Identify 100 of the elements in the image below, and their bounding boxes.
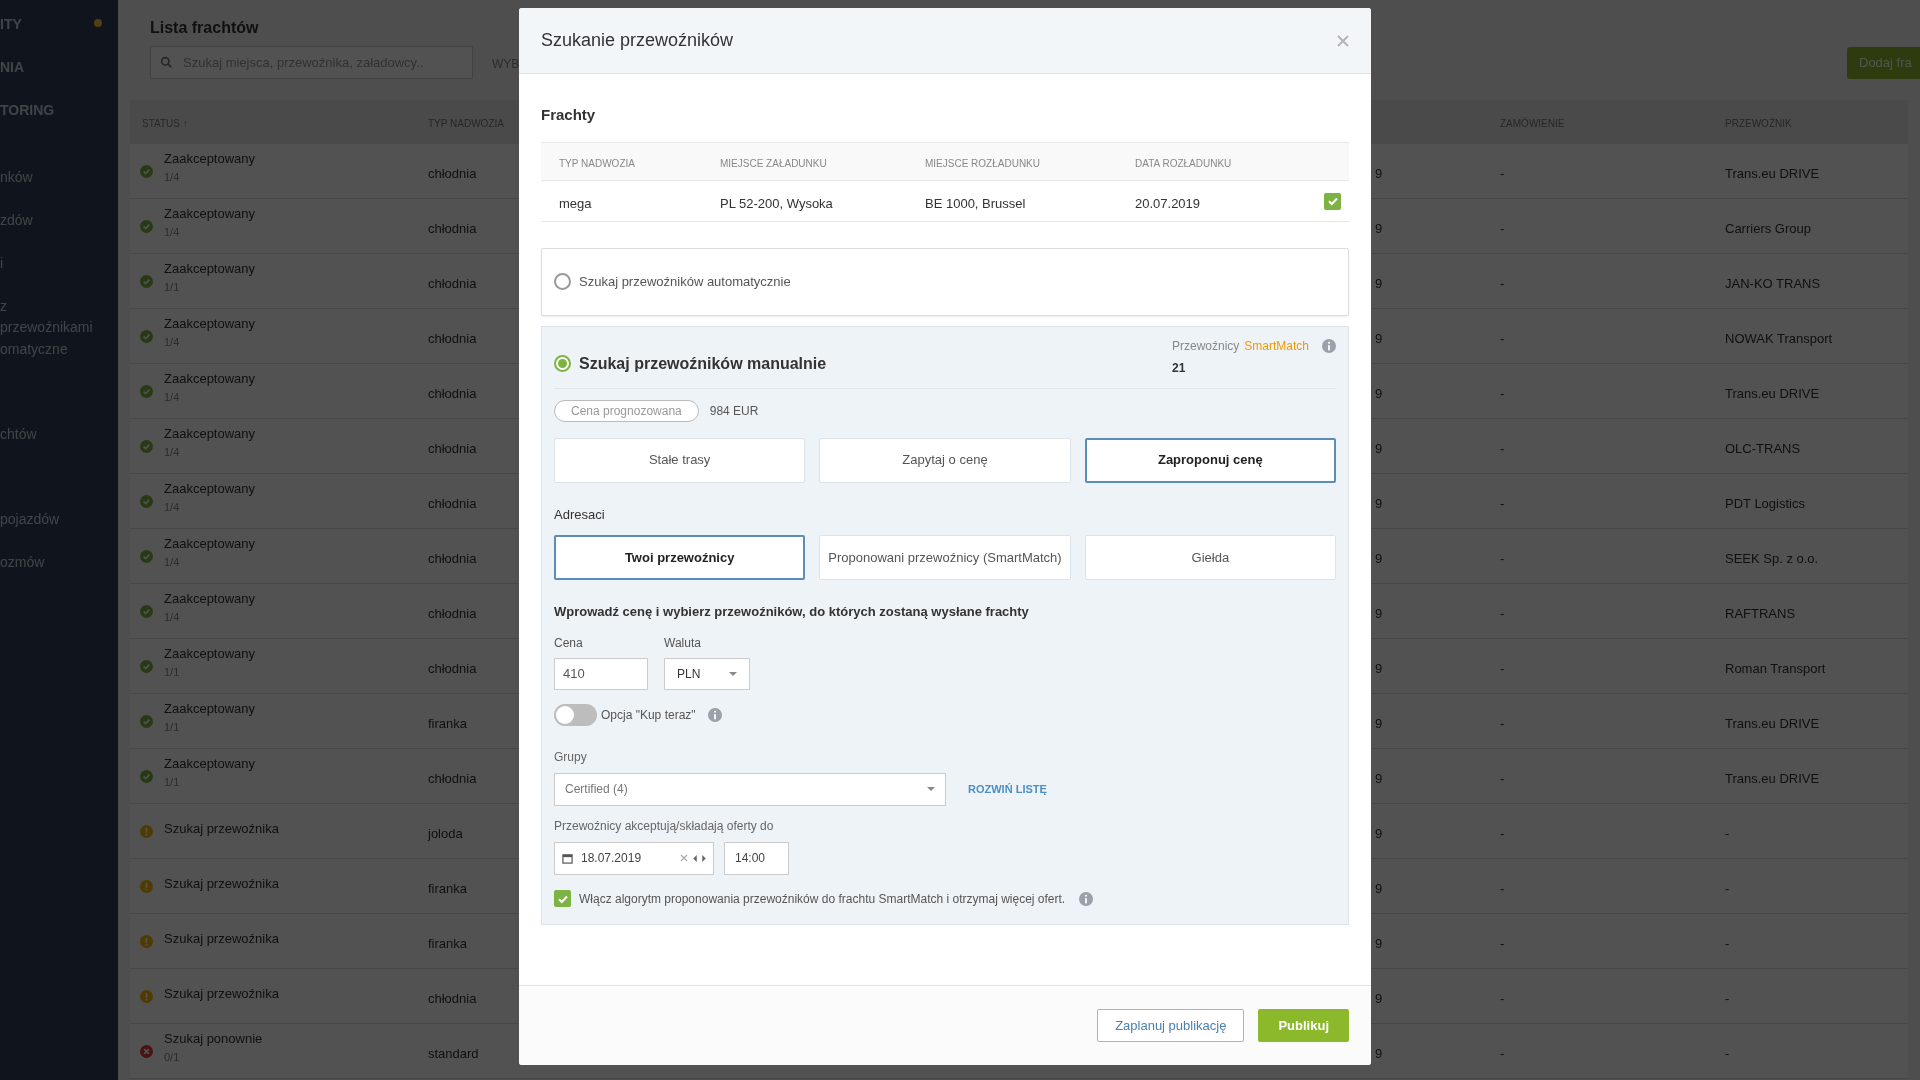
table-cell-text: 9 xyxy=(1375,660,1383,678)
info-icon xyxy=(1079,891,1094,906)
option-button[interactable]: Stałe trasy xyxy=(554,437,806,483)
table-cell-text: 9 xyxy=(1375,550,1383,568)
price-input[interactable]: 410 xyxy=(554,657,648,690)
table-cell-text: - xyxy=(1500,385,1505,403)
toggle-switch[interactable] xyxy=(554,703,597,726)
table-cell-text: - xyxy=(1500,550,1505,568)
table-cell-text: firanka xyxy=(428,715,468,733)
dropdown-icon xyxy=(927,787,935,791)
table-cell-text: 9 xyxy=(1375,825,1383,843)
table-cell-text: RAFTRANS xyxy=(1725,605,1796,623)
table-cell-text: - xyxy=(1500,330,1505,348)
table-cell-text: - xyxy=(1500,275,1505,293)
option-button[interactable]: Proponowani przewoźnicy (SmartMatch) xyxy=(819,535,1071,580)
close-icon xyxy=(1337,34,1349,47)
table-cell-text: 9 xyxy=(1375,880,1383,898)
checkbox[interactable] xyxy=(554,890,571,907)
check-circle-icon xyxy=(140,165,153,178)
checkbox-label: Włącz algorytm proponowania przewoźników do frachtu SmartMatch i otrzymaj więcej ofert. xyxy=(579,890,1066,908)
table-cell-text: chłodnia xyxy=(428,770,477,788)
status-text: Zaakceptowany xyxy=(164,755,256,773)
status-text: Zaakceptowany xyxy=(164,205,256,223)
option-button[interactable]: Giełda xyxy=(1084,535,1336,580)
cross-circle-icon xyxy=(140,1045,153,1058)
row-checkbox[interactable] xyxy=(1324,192,1341,210)
table-cell-text: chłodnia xyxy=(428,220,477,238)
smartmatch-count: 21 xyxy=(1171,359,1187,377)
table-cell-text: - xyxy=(1500,825,1505,843)
table-cell-text: - xyxy=(1500,495,1505,513)
table-cell-text: chłodnia xyxy=(428,165,477,183)
field-label: Cena xyxy=(554,634,584,652)
table-cell-text: chłodnia xyxy=(428,440,477,458)
table-cell-text: - xyxy=(1725,825,1730,843)
radio-label[interactable]: Szukaj przewoźników manualnie xyxy=(579,351,827,376)
option-button[interactable]: Zaproponuj cenę xyxy=(1084,437,1336,483)
table-cell-text: - xyxy=(1500,1045,1505,1063)
check-circle-icon xyxy=(140,440,153,453)
groups-select[interactable]: Certified (4) xyxy=(554,772,946,806)
table-cell-text: mega xyxy=(559,194,592,213)
table-cell-text: - xyxy=(1725,1045,1730,1063)
field-label: Przewoźnicy akceptują/składają oferty do xyxy=(554,817,775,835)
exclamation-circle-icon xyxy=(140,825,153,838)
table-cell-text: chłodnia xyxy=(428,385,477,403)
expand-list-link[interactable]: ROZWIŃ LISTĘ xyxy=(968,780,1047,798)
table-cell-text: - xyxy=(1500,935,1505,953)
table-cell-text: 9 xyxy=(1375,220,1383,238)
table-cell-text: standard xyxy=(428,1045,479,1063)
table-cell-text: - xyxy=(1500,440,1505,458)
add-button[interactable]: Dodaj fra xyxy=(1847,47,1920,79)
check-circle-icon xyxy=(140,220,153,233)
schedule-button[interactable]: Zaplanuj publikację xyxy=(1097,1009,1245,1042)
section-title: Frachty xyxy=(541,105,597,125)
option-button[interactable]: Zapytaj o cenę xyxy=(819,437,1071,483)
radio-label[interactable]: Szukaj przewoźników automatycznie xyxy=(579,271,791,292)
status-text: Zaakceptowany xyxy=(164,590,256,608)
table-cell-text: chłodnia xyxy=(428,605,477,623)
table-cell-text: chłodnia xyxy=(428,275,477,293)
table-cell-text: NOWAK Transport xyxy=(1725,330,1833,348)
table-cell-text: Trans.eu DRIVE xyxy=(1725,770,1820,788)
forecast-pill: Cena prognozowana xyxy=(554,399,699,422)
info-icon xyxy=(707,707,722,722)
table-cell-text: OLC-TRANS xyxy=(1725,440,1801,458)
table-cell-text: - xyxy=(1500,165,1505,183)
currency-select[interactable]: PLN xyxy=(664,657,750,690)
info-icon xyxy=(1322,338,1336,353)
date-field[interactable]: 18.07.2019 xyxy=(554,841,714,875)
table-cell-text: JAN-KO TRANS xyxy=(1725,275,1821,293)
table-cell-text: BE 1000, Brussel xyxy=(925,194,1026,213)
instruction-text: Wprowadź cenę i wybierz przewoźników, do których zostaną wysłane frachty xyxy=(554,603,1030,621)
table-cell-text: - xyxy=(1500,715,1505,733)
time-input[interactable]: 14:00 xyxy=(724,841,789,875)
exclamation-circle-icon xyxy=(140,990,153,1003)
status-text: Zaakceptowany xyxy=(164,315,256,333)
exclamation-circle-icon xyxy=(140,935,153,948)
check-circle-icon xyxy=(140,715,153,728)
forecast-value: 984 EUR xyxy=(709,402,759,420)
table-cell-text: chłodnia xyxy=(428,330,477,348)
column-header: MIEJSCE ROZŁADUNKU xyxy=(925,156,1040,171)
table-cell-text: - xyxy=(1500,990,1505,1008)
status-text: Zaakceptowany xyxy=(164,260,256,278)
option-button[interactable]: Twoi przewoźnicy xyxy=(554,535,806,580)
status-text: Szukaj przewoźnika xyxy=(164,820,279,838)
status-text: Zaakceptowany xyxy=(164,645,256,663)
radio-button[interactable] xyxy=(554,273,571,290)
table-cell-text: chłodnia xyxy=(428,990,477,1008)
check-circle-icon xyxy=(140,275,153,288)
check-circle-icon xyxy=(140,550,153,563)
table-cell-text: 20.07.2019 xyxy=(1135,194,1201,213)
field-label: Waluta xyxy=(664,634,702,652)
modal-title: Szukanie przewoźników xyxy=(541,29,734,52)
radio-button[interactable] xyxy=(554,355,571,372)
table-cell-text: - xyxy=(1500,770,1505,788)
column-header: DATA ROZŁADUNKU xyxy=(1135,156,1232,171)
table-cell-text: 9 xyxy=(1375,440,1383,458)
checkmark-icon xyxy=(1326,195,1339,207)
table-cell-text: firanka xyxy=(428,935,468,953)
publish-button[interactable]: Publikuj xyxy=(1258,1009,1349,1042)
table-cell-text: 9 xyxy=(1375,715,1383,733)
table-cell-text: Trans.eu DRIVE xyxy=(1725,385,1820,403)
